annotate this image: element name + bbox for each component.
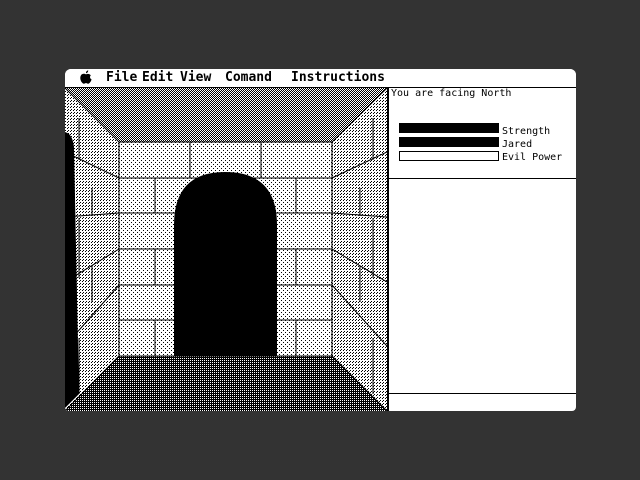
evil-power-label: Evil Power (502, 152, 563, 163)
menu-instructions[interactable]: Instructions (291, 70, 385, 86)
strength-label: Strength (502, 126, 551, 137)
ceiling (65, 88, 387, 142)
menu-file[interactable]: File (106, 70, 137, 86)
apple-menu-icon[interactable] (79, 70, 93, 90)
facing-text: You are facing North (391, 88, 512, 99)
status-panel: You are facing North Strength Jared Evil… (389, 88, 576, 411)
panel-separator-bottom (389, 393, 576, 394)
dungeon-view (65, 88, 387, 411)
arched-doorway[interactable] (174, 172, 277, 356)
strength-bar (399, 123, 499, 133)
floor (65, 356, 387, 411)
strength-bar-fill (400, 124, 498, 132)
menu-view[interactable]: View (180, 70, 211, 86)
menu-comand[interactable]: Comand (225, 70, 272, 86)
jared-bar (399, 137, 499, 147)
jared-bar-fill (400, 138, 498, 146)
evil-power-bar (399, 151, 499, 161)
game-window: File Edit View Comand Instructions You a… (65, 69, 576, 411)
menu-edit[interactable]: Edit (142, 70, 173, 86)
jared-label: Jared (502, 139, 533, 150)
right-wall (332, 88, 387, 411)
menu-bar: File Edit View Comand Instructions (65, 69, 576, 88)
message-area (389, 179, 576, 393)
